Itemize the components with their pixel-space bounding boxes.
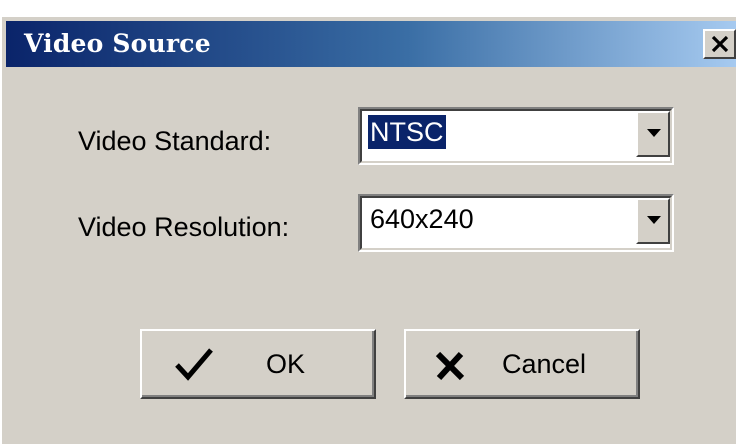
cancel-button-label: Cancel [502, 349, 587, 379]
chevron-down-icon [647, 129, 661, 137]
close-x-icon [711, 35, 729, 53]
checkmark-icon [175, 348, 213, 381]
dialog-title: Video Source [24, 29, 211, 58]
video-resolution-select[interactable]: 640x240 [358, 194, 674, 252]
title-bar[interactable]: Video Source [6, 21, 736, 67]
video-resolution-dropdown-button[interactable] [636, 198, 670, 244]
x-mark-icon [435, 351, 465, 381]
chevron-down-icon [647, 216, 661, 224]
video-standard-select[interactable]: NTSC [358, 107, 674, 165]
video-source-dialog: Video Source Video Standard: NTSC Video … [0, 16, 736, 444]
cancel-button[interactable]: Cancel [404, 329, 640, 399]
ok-button-label: OK [266, 349, 306, 379]
video-resolution-label: Video Resolution: [78, 212, 290, 242]
video-standard-label: Video Standard: [78, 126, 272, 156]
video-resolution-value: 640x240 [370, 204, 474, 234]
video-standard-value: NTSC [368, 115, 446, 149]
ok-button[interactable]: OK [140, 329, 376, 399]
close-button[interactable] [703, 29, 736, 59]
video-standard-dropdown-button[interactable] [636, 111, 670, 157]
